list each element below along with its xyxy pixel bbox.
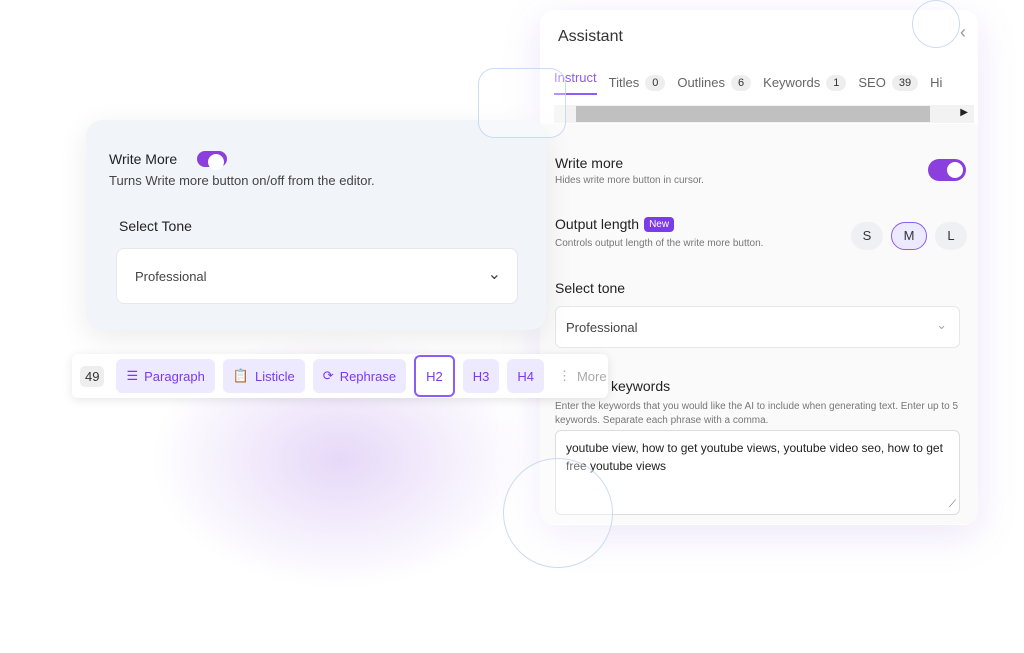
select-tone-label: Select tone [555, 280, 626, 296]
more-button[interactable]: ⋮ More [558, 368, 607, 384]
size-l-button[interactable]: L [935, 222, 967, 250]
output-length-desc: Controls output length of the write more… [555, 238, 764, 249]
tab-label: Keywords [763, 75, 821, 90]
tab-count: 0 [645, 74, 666, 91]
tabs-scrollbar[interactable]: ▶ [554, 105, 974, 123]
tab-label: Titles [608, 75, 640, 90]
size-m-button[interactable]: M [891, 222, 927, 250]
listicle-label: Listicle [255, 368, 295, 384]
chevron-down-icon: ⌄ [936, 317, 947, 332]
keywords-desc: Enter the keywords that you would like t… [555, 401, 959, 426]
clipboard-icon: 📋 [232, 368, 250, 383]
rephrase-button[interactable]: ⟳ Rephrase [312, 359, 407, 393]
decorative-glass-shape [478, 68, 566, 138]
card-tone-select[interactable]: Professional ⌄ [116, 248, 518, 304]
vertical-dots-icon: ⋮ [557, 368, 571, 383]
write-more-toggle[interactable] [928, 159, 966, 181]
tab-seo[interactable]: SEO 39 [858, 70, 919, 95]
resize-handle-icon[interactable]: ⟋ [949, 496, 956, 514]
card-write-more-desc: Turns Write more button on/off from the … [109, 173, 375, 188]
tab-bar: Instruct Titles 0 Outlines 6 Keywords 1 SEO… [554, 70, 942, 95]
tab-count: 6 [731, 74, 752, 91]
scroll-right-arrow-icon[interactable]: ▶ [960, 107, 968, 118]
more-label: More [576, 368, 607, 384]
h2-button[interactable]: H2 [414, 355, 455, 397]
tab-count: 39 [891, 74, 919, 91]
card-tone-value: Professional [135, 269, 207, 284]
listicle-button[interactable]: 📋 Listicle [222, 359, 305, 393]
keywords-textarea[interactable]: youtube view, how to get youtube views, … [555, 430, 960, 515]
tone-select[interactable]: Professional ⌄ [555, 306, 960, 348]
word-count: 49 [80, 365, 105, 387]
tab-label: SEO [858, 75, 886, 90]
tone-value: Professional [566, 320, 638, 335]
editor-toolbar: 49 ☰ Paragraph 📋 Listicle ⟳ Rephrase H2 H3 … [72, 354, 608, 398]
h3-button[interactable]: H3 [462, 359, 500, 393]
tab-outlines[interactable]: Outlines 6 [677, 70, 752, 95]
refresh-icon: ⟳ [322, 368, 334, 383]
keywords-label: keywords [611, 378, 671, 394]
keywords-value: youtube view, how to get youtube views, … [566, 441, 943, 473]
rephrase-label: Rephrase [339, 368, 397, 384]
output-length-label: Output length New [555, 216, 675, 232]
paragraph-icon: ☰ [126, 368, 139, 383]
chevron-left-icon[interactable]: ‹ [960, 22, 966, 43]
tab-hi[interactable]: Hi [930, 70, 942, 95]
tab-label: Hi [930, 75, 943, 90]
write-more-label: Write more [555, 155, 624, 171]
h4-button[interactable]: H4 [507, 359, 544, 393]
size-s-button[interactable]: S [851, 222, 883, 250]
paragraph-button[interactable]: ☰ Paragraph [116, 359, 215, 393]
chevron-down-icon: ⌄ [487, 266, 501, 283]
card-write-more-toggle[interactable] [197, 151, 227, 170]
tab-count: 1 [826, 74, 847, 91]
decorative-circle [912, 0, 960, 48]
panel-title: Assistant [558, 28, 623, 45]
card-tone-label: Select Tone [119, 218, 192, 234]
paragraph-label: Paragraph [144, 368, 205, 384]
decorative-circle [503, 458, 613, 568]
new-badge: New [644, 217, 675, 232]
write-more-card: Write More Turns Write more button on/of… [86, 120, 546, 330]
tab-label: Outlines [677, 75, 726, 90]
write-more-desc: Hides write more button in cursor. [555, 175, 704, 186]
scrollbar-thumb[interactable] [576, 106, 930, 122]
output-length-text: Output length [555, 216, 640, 232]
card-write-more-label: Write More [109, 151, 178, 167]
tab-titles[interactable]: Titles 0 [609, 70, 666, 95]
tab-keywords[interactable]: Keywords 1 [763, 70, 847, 95]
